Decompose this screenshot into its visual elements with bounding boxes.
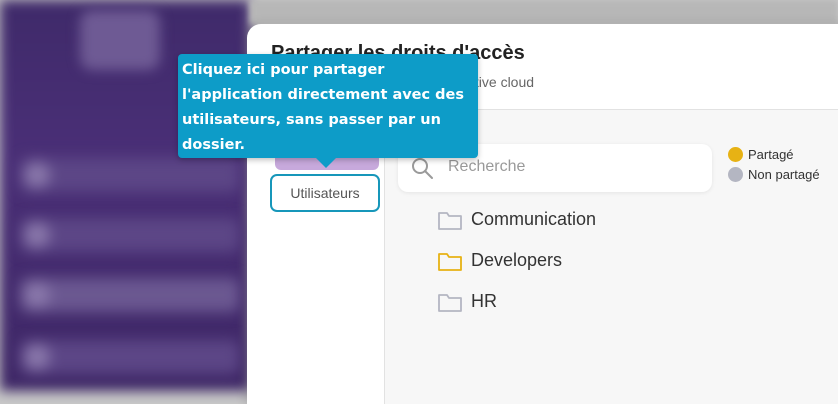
sidebar-item [20, 218, 240, 252]
folder-item[interactable]: HR [437, 281, 596, 322]
onboarding-tooltip: Cliquez ici pour partager l'application … [178, 54, 478, 168]
folder-list: Communication Developers HR [437, 199, 596, 322]
sidebar-item [20, 158, 240, 192]
sidebar-item [20, 278, 240, 312]
search-input[interactable] [446, 157, 700, 177]
legend-not-shared-label: Non partagé [748, 166, 820, 182]
folder-item[interactable]: Communication [437, 199, 596, 240]
legend-shared-label: Partagé [748, 146, 794, 162]
search-icon [412, 158, 433, 179]
not-shared-dot-icon [728, 166, 743, 182]
legend-shared: Partagé [728, 144, 820, 164]
folder-label: HR [471, 291, 497, 311]
folder-icon [438, 252, 462, 271]
tooltip-text: Cliquez ici pour partager l'application … [182, 62, 465, 153]
folder-item[interactable]: Developers [437, 240, 596, 281]
app-logo [80, 10, 160, 70]
folder-label: Communication [471, 209, 597, 229]
tooltip-arrow [316, 158, 336, 168]
sidebar-item [20, 340, 240, 374]
app-topbar [250, 0, 838, 24]
shared-dot-icon [728, 146, 743, 162]
folder-icon [438, 293, 462, 312]
legend-not-shared: Non partagé [728, 164, 820, 184]
legend: Partagé Non partagé [728, 144, 820, 184]
folder-label: Developers [471, 250, 563, 270]
folder-icon [438, 211, 462, 230]
tab-users[interactable]: Utilisateurs [270, 174, 380, 212]
